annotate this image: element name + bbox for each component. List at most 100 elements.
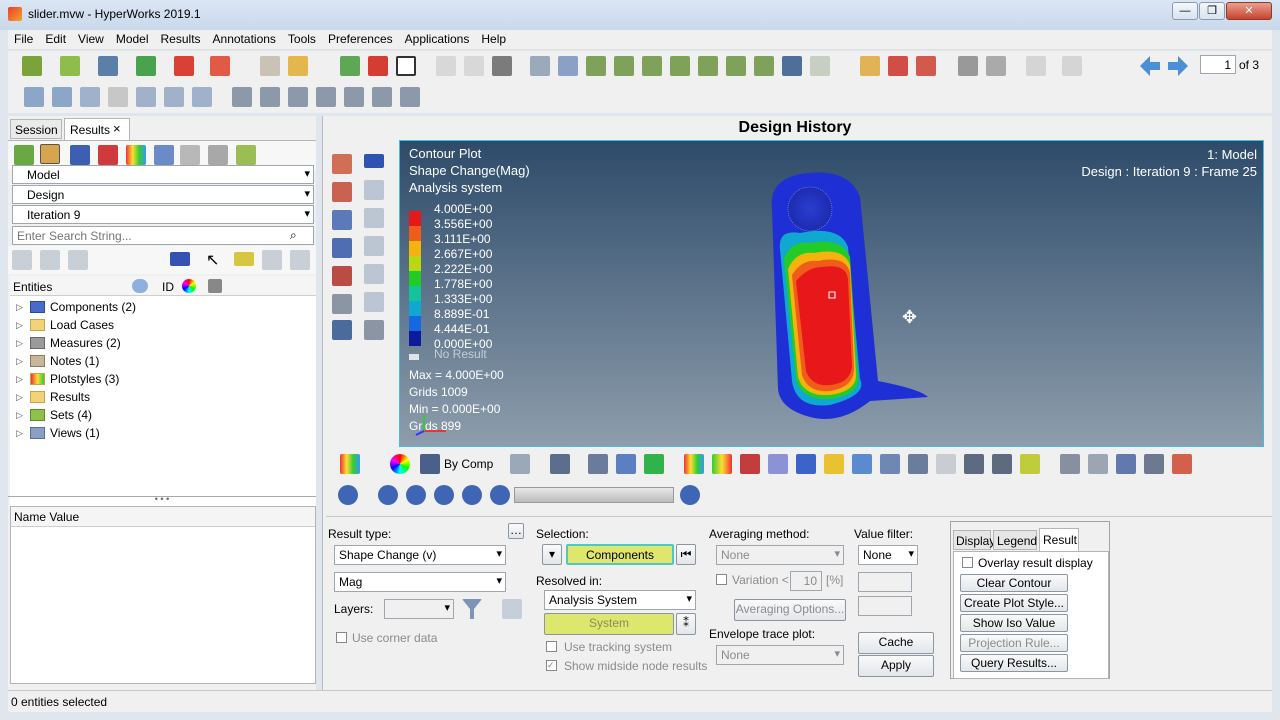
ppt-icon[interactable]: [210, 56, 230, 76]
play-icon[interactable]: [434, 485, 454, 505]
gray-box-icon[interactable]: [180, 145, 200, 165]
copy-icon[interactable]: [986, 56, 1006, 76]
query-results-button[interactable]: Query Results...: [960, 654, 1068, 672]
open-session-icon[interactable]: [22, 56, 42, 76]
side-icon-8[interactable]: [364, 236, 384, 256]
resolved-in-dropdown[interactable]: Analysis System: [544, 590, 696, 610]
arrow-left-icon[interactable]: [558, 56, 578, 76]
menu-model[interactable]: Model: [110, 30, 155, 46]
color-wheel-icon[interactable]: [390, 454, 410, 474]
chart-icon[interactable]: [1172, 454, 1192, 474]
create-plot-style-button[interactable]: Create Plot Style...: [960, 594, 1068, 612]
folder-result-icon[interactable]: [40, 144, 60, 164]
view-yz-icon[interactable]: [698, 56, 718, 76]
mirror-icon[interactable]: [616, 454, 636, 474]
style-icon[interactable]: [208, 279, 222, 293]
gray-box2-icon[interactable]: [208, 145, 228, 165]
layers-dropdown[interactable]: [384, 599, 454, 619]
selection-reset-button[interactable]: ⏮: [676, 544, 696, 565]
tab-display[interactable]: Display: [953, 530, 995, 550]
menu-edit[interactable]: Edit: [39, 30, 72, 46]
paste2-icon[interactable]: [1062, 56, 1082, 76]
load-icon[interactable]: [860, 56, 880, 76]
show-icon[interactable]: [12, 250, 32, 270]
comp-color-icon[interactable]: [420, 454, 440, 474]
vector-plot-icon[interactable]: [768, 454, 788, 474]
user-icon[interactable]: [260, 56, 280, 76]
feature-icon[interactable]: [588, 454, 608, 474]
save-icon[interactable]: [98, 56, 118, 76]
filter-max-field[interactable]: [858, 596, 912, 616]
side-icon-5[interactable]: [332, 210, 352, 230]
search-input[interactable]: [12, 226, 314, 245]
view-right-icon[interactable]: [316, 87, 336, 107]
tensor-icon[interactable]: [796, 454, 816, 474]
forward-icon[interactable]: [462, 485, 482, 505]
menu-help[interactable]: Help: [475, 30, 512, 46]
probe-icon[interactable]: [964, 454, 984, 474]
add-result-icon[interactable]: [14, 145, 34, 165]
open-model-icon[interactable]: [60, 56, 80, 76]
eye-icon[interactable]: [364, 180, 384, 200]
layout-icon[interactable]: [396, 56, 416, 76]
folder-icon[interactable]: [288, 56, 308, 76]
zoom-icon[interactable]: [530, 56, 550, 76]
iso-icon[interactable]: [824, 454, 844, 474]
filter-min-field[interactable]: [858, 572, 912, 592]
view-top-icon[interactable]: [344, 87, 364, 107]
save-image-icon[interactable]: [888, 56, 908, 76]
cut-plane-icon[interactable]: [332, 294, 352, 314]
variation-field[interactable]: 10: [790, 571, 822, 591]
fem-model[interactable]: [750, 169, 940, 429]
add-red-icon[interactable]: [98, 145, 118, 165]
view-iso-icon[interactable]: [754, 56, 774, 76]
window2-icon[interactable]: [464, 56, 484, 76]
layers-icon[interactable]: [502, 599, 522, 619]
view-back-icon[interactable]: [260, 87, 280, 107]
result-browse-button[interactable]: …: [508, 523, 524, 539]
menu-file[interactable]: File: [8, 30, 39, 46]
view-zy-icon[interactable]: [726, 56, 746, 76]
side-icon-9[interactable]: [332, 266, 352, 286]
hide-icon[interactable]: [40, 250, 60, 270]
graphics-viewport[interactable]: Contour Plot Shape Change(Mag) Analysis …: [399, 140, 1264, 447]
menu-applications[interactable]: Applications: [399, 30, 476, 46]
color-icon[interactable]: [182, 279, 196, 293]
averaging-dropdown[interactable]: None: [716, 545, 844, 565]
fit-icon[interactable]: [24, 87, 44, 107]
pan-v-icon[interactable]: [164, 87, 184, 107]
first-frame-icon[interactable]: [378, 485, 398, 505]
splitter-handle[interactable]: • • •: [8, 495, 316, 504]
measure-icon[interactable]: [992, 454, 1012, 474]
system-button[interactable]: System: [544, 613, 674, 635]
averaging-options-button[interactable]: Averaging Options...: [734, 599, 846, 621]
info-icon[interactable]: [132, 279, 148, 293]
components-selection-button[interactable]: Components: [566, 544, 674, 565]
side-icon-10[interactable]: [364, 264, 384, 284]
menu-results[interactable]: Results: [155, 30, 207, 46]
projection-rule-button[interactable]: Projection Rule...: [960, 634, 1068, 652]
show-midside-checkbox[interactable]: ✓: [546, 660, 557, 671]
vector-icon[interactable]: [154, 145, 174, 165]
green-icon[interactable]: [644, 454, 664, 474]
deform-icon[interactable]: [740, 454, 760, 474]
paste-icon[interactable]: [1026, 56, 1046, 76]
contour-tool-icon[interactable]: [340, 454, 360, 474]
apply-button[interactable]: Apply: [858, 655, 934, 677]
side-icon-3[interactable]: [332, 182, 352, 202]
delete-page-icon[interactable]: [368, 56, 388, 76]
pan-h-icon[interactable]: [136, 87, 156, 107]
menu-view[interactable]: View: [72, 30, 110, 46]
last-frame-icon[interactable]: [490, 485, 510, 505]
side-icon-7[interactable]: [332, 238, 352, 258]
envelope-dropdown[interactable]: None: [716, 645, 844, 665]
component-icon[interactable]: [70, 145, 90, 165]
rewind-icon[interactable]: [406, 485, 426, 505]
view-left-icon[interactable]: [288, 87, 308, 107]
query-icon[interactable]: [880, 454, 900, 474]
mesh-icon[interactable]: [510, 454, 530, 474]
camera-icon[interactable]: [782, 56, 802, 76]
search-icon[interactable]: ⌕: [290, 228, 297, 243]
iteration-selector[interactable]: Iteration 9: [12, 205, 314, 224]
side-icon-2[interactable]: [364, 154, 384, 168]
